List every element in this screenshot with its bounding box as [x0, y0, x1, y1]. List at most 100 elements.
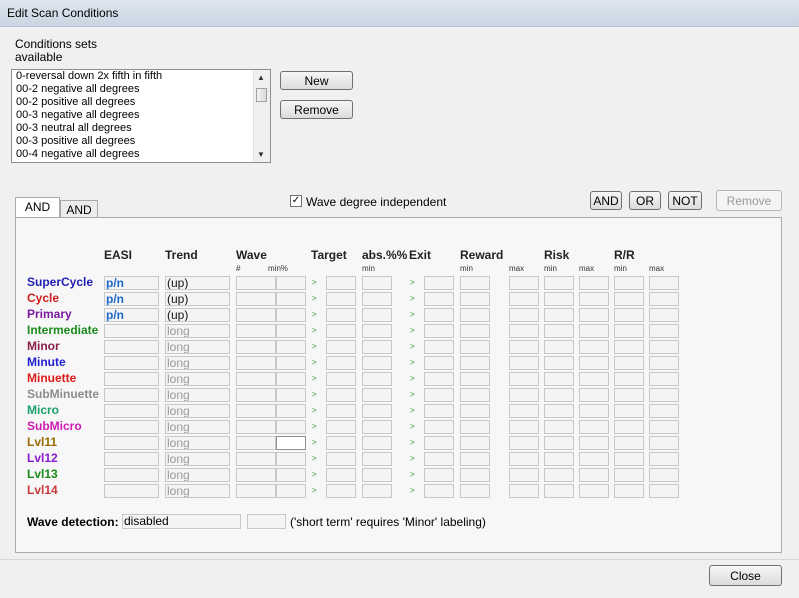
- rewmin-field[interactable]: [460, 388, 490, 402]
- exit-field[interactable]: [424, 292, 454, 306]
- scroll-up-icon[interactable]: ▲: [257, 73, 265, 82]
- riskmax-field[interactable]: [579, 404, 609, 418]
- wave2-field[interactable]: [276, 324, 306, 338]
- rrmax-field[interactable]: [649, 356, 679, 370]
- trend-field[interactable]: long: [165, 484, 230, 498]
- target-field[interactable]: [326, 420, 356, 434]
- abs-field[interactable]: [362, 308, 392, 322]
- wave1-field[interactable]: [236, 292, 276, 306]
- conditions-list-item[interactable]: 00-2 positive all degrees: [12, 96, 270, 109]
- rewmax-field[interactable]: [509, 276, 539, 290]
- riskmin-field[interactable]: [544, 452, 574, 466]
- rrmin-field[interactable]: [614, 404, 644, 418]
- target-arrow-icon[interactable]: >: [310, 356, 326, 370]
- riskmin-field[interactable]: [544, 372, 574, 386]
- wave2-field[interactable]: [276, 452, 306, 466]
- target-arrow-icon[interactable]: >: [310, 436, 326, 450]
- conditions-list-item[interactable]: 00-3 positive all degrees: [12, 135, 270, 148]
- wave1-field[interactable]: [236, 484, 276, 498]
- target-arrow-icon[interactable]: >: [310, 452, 326, 466]
- riskmin-field[interactable]: [544, 468, 574, 482]
- riskmax-field[interactable]: [579, 340, 609, 354]
- target-field[interactable]: [326, 292, 356, 306]
- wave1-field[interactable]: [236, 420, 276, 434]
- rrmax-field[interactable]: [649, 388, 679, 402]
- easi-field[interactable]: [104, 372, 159, 386]
- riskmax-field[interactable]: [579, 388, 609, 402]
- rewmin-field[interactable]: [460, 276, 490, 290]
- conditions-list[interactable]: 0-reversal down 2x fifth in fifth 00-2 ne…: [11, 69, 271, 163]
- target-field[interactable]: [326, 468, 356, 482]
- abs-field[interactable]: [362, 436, 392, 450]
- rewmin-field[interactable]: [460, 468, 490, 482]
- exit-field[interactable]: [424, 356, 454, 370]
- easi-field[interactable]: p/n: [104, 308, 159, 322]
- riskmax-field[interactable]: [579, 436, 609, 450]
- rrmin-field[interactable]: [614, 484, 644, 498]
- target-arrow-icon[interactable]: >: [310, 372, 326, 386]
- riskmax-field[interactable]: [579, 372, 609, 386]
- conditions-list-item[interactable]: 00-2 negative all degrees: [12, 83, 270, 96]
- target-arrow-icon[interactable]: >: [310, 340, 326, 354]
- exit-field[interactable]: [424, 436, 454, 450]
- scroll-thumb[interactable]: [256, 88, 267, 102]
- exit-arrow-icon[interactable]: >: [408, 404, 424, 418]
- target-arrow-icon[interactable]: >: [310, 420, 326, 434]
- remove-condition-button[interactable]: Remove: [280, 100, 353, 119]
- rewmax-field[interactable]: [509, 324, 539, 338]
- rrmax-field[interactable]: [649, 276, 679, 290]
- rewmin-field[interactable]: [460, 356, 490, 370]
- rrmin-field[interactable]: [614, 452, 644, 466]
- wave-detection-extra-field[interactable]: [247, 514, 286, 529]
- wave1-field[interactable]: [236, 436, 276, 450]
- riskmax-field[interactable]: [579, 484, 609, 498]
- rewmax-field[interactable]: [509, 340, 539, 354]
- rewmax-field[interactable]: [509, 404, 539, 418]
- exit-arrow-icon[interactable]: >: [408, 484, 424, 498]
- rewmin-field[interactable]: [460, 340, 490, 354]
- trend-field[interactable]: long: [165, 388, 230, 402]
- rrmin-field[interactable]: [614, 324, 644, 338]
- easi-field[interactable]: [104, 468, 159, 482]
- easi-field[interactable]: [104, 436, 159, 450]
- riskmin-field[interactable]: [544, 484, 574, 498]
- not-button[interactable]: NOT: [668, 191, 702, 210]
- abs-field[interactable]: [362, 372, 392, 386]
- or-button[interactable]: OR: [629, 191, 661, 210]
- rewmax-field[interactable]: [509, 436, 539, 450]
- target-field[interactable]: [326, 388, 356, 402]
- rrmax-field[interactable]: [649, 292, 679, 306]
- exit-field[interactable]: [424, 468, 454, 482]
- abs-field[interactable]: [362, 404, 392, 418]
- wave2-field[interactable]: [276, 276, 306, 290]
- rrmax-field[interactable]: [649, 372, 679, 386]
- rewmin-field[interactable]: [460, 452, 490, 466]
- riskmin-field[interactable]: [544, 436, 574, 450]
- easi-field[interactable]: p/n: [104, 292, 159, 306]
- and-button[interactable]: AND: [590, 191, 622, 210]
- wave1-field[interactable]: [236, 468, 276, 482]
- riskmin-field[interactable]: [544, 388, 574, 402]
- riskmin-field[interactable]: [544, 276, 574, 290]
- rrmin-field[interactable]: [614, 388, 644, 402]
- trend-field[interactable]: (up): [165, 308, 230, 322]
- rrmin-field[interactable]: [614, 420, 644, 434]
- close-button[interactable]: Close: [709, 565, 782, 586]
- trend-field[interactable]: long: [165, 452, 230, 466]
- trend-field[interactable]: (up): [165, 276, 230, 290]
- wave1-field[interactable]: [236, 340, 276, 354]
- rewmax-field[interactable]: [509, 420, 539, 434]
- rewmin-field[interactable]: [460, 436, 490, 450]
- wave2-field[interactable]: [276, 484, 306, 498]
- trend-field[interactable]: long: [165, 324, 230, 338]
- target-arrow-icon[interactable]: >: [310, 324, 326, 338]
- riskmax-field[interactable]: [579, 308, 609, 322]
- exit-arrow-icon[interactable]: >: [408, 324, 424, 338]
- abs-field[interactable]: [362, 324, 392, 338]
- rrmin-field[interactable]: [614, 340, 644, 354]
- rrmax-field[interactable]: [649, 484, 679, 498]
- rrmin-field[interactable]: [614, 436, 644, 450]
- trend-field[interactable]: long: [165, 372, 230, 386]
- rewmax-field[interactable]: [509, 292, 539, 306]
- abs-field[interactable]: [362, 452, 392, 466]
